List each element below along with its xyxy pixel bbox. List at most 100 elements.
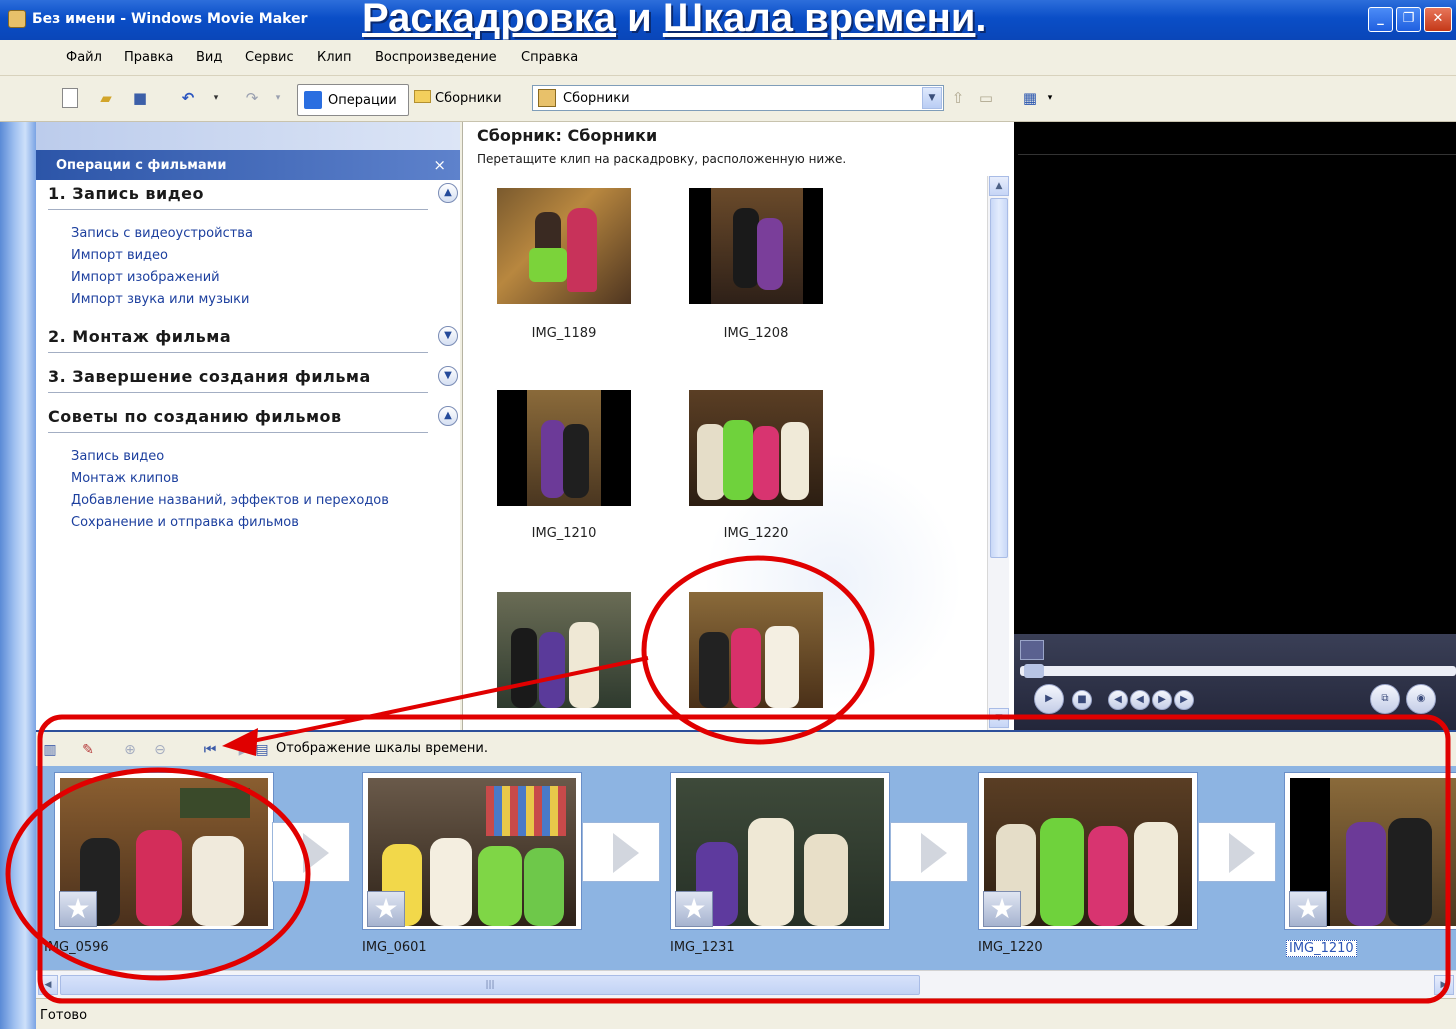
transition-slot[interactable] [1198, 822, 1276, 882]
section-title: 3. Завершение создания фильма [48, 367, 371, 386]
clip-thumbnail[interactable] [497, 390, 631, 506]
menu-playback[interactable]: Воспроизведение [375, 50, 497, 65]
zoom-in-icon[interactable]: ⊕ [120, 740, 140, 760]
collection-scrollbar[interactable]: ▲ ▼ [987, 176, 1009, 730]
collection-title: Сборник: Сборники [477, 126, 658, 145]
scrollbar-thumb[interactable] [990, 198, 1008, 558]
link-import-audio[interactable]: Импорт звука или музыки [71, 292, 249, 307]
menu-bar: Файл Правка Вид Сервис Клип Воспроизведе… [0, 40, 1456, 76]
menu-file[interactable]: Файл [66, 50, 102, 65]
redo-icon[interactable]: ↷ [242, 88, 262, 108]
clip-thumbnail[interactable] [689, 188, 823, 304]
chevron-up-icon[interactable]: ▲ [438, 183, 458, 203]
menu-edit[interactable]: Правка [124, 50, 173, 65]
operations-button[interactable]: Операции [297, 84, 409, 116]
collections-folder-icon [414, 90, 431, 103]
scroll-down-icon[interactable]: ▼ [989, 708, 1009, 728]
star-effect-icon[interactable]: ★ [675, 891, 713, 927]
rewind-storyboard-icon[interactable]: ⏮ [200, 740, 220, 760]
timeline-icon[interactable]: ▤ [252, 740, 272, 760]
menu-tools[interactable]: Сервис [245, 50, 294, 65]
show-timeline-label[interactable]: Отображение шкалы времени. [276, 741, 488, 756]
star-effect-icon[interactable]: ★ [1289, 891, 1327, 927]
section-edit[interactable]: 2. Монтаж фильма ▼ [48, 323, 458, 353]
chevron-down-icon[interactable]: ▼ [438, 326, 458, 346]
storyboard-clip[interactable]: ★ [362, 772, 582, 930]
fullscreen-icon[interactable] [1020, 640, 1044, 660]
open-icon[interactable]: ▰ [96, 88, 116, 108]
minimize-button[interactable]: _ [1368, 7, 1393, 32]
link-import-video[interactable]: Импорт видео [71, 248, 168, 263]
close-icon[interactable]: × [433, 156, 446, 174]
scroll-left-icon[interactable]: ◀ [38, 975, 58, 995]
stop-icon[interactable]: ■ [1072, 690, 1092, 710]
collection-pane: Сборник: Сборники Перетащите клип на рас… [462, 122, 1014, 730]
zoom-out-icon[interactable]: ⊖ [150, 740, 170, 760]
storyboard-scrollbar[interactable]: ◀ ||| ▶ [36, 970, 1456, 998]
storyboard-view-icon[interactable]: ▥ [40, 740, 60, 760]
menu-clip[interactable]: Клип [317, 50, 352, 65]
snapshot-icon[interactable]: ◉ [1406, 684, 1436, 714]
clip-thumbnail[interactable] [497, 188, 631, 304]
clip-thumbnail[interactable] [497, 592, 631, 708]
transition-arrow-icon [921, 833, 947, 873]
star-effect-icon[interactable]: ★ [983, 891, 1021, 927]
maximize-button[interactable]: ❐ [1396, 7, 1421, 32]
link-import-pictures[interactable]: Импорт изображений [71, 270, 220, 285]
storyboard-clip[interactable]: ★ [978, 772, 1198, 930]
storyboard-clip-label: IMG_1231 [670, 940, 735, 955]
transition-slot[interactable] [890, 822, 968, 882]
next-frame-icon[interactable]: ▶ [1174, 690, 1194, 710]
toolbar: ▰ ■ ↶ ▾ ↷ ▾ Операции Сборники Сборники ▼… [0, 76, 1456, 122]
save-icon[interactable]: ■ [130, 88, 150, 108]
clip-thumbnail[interactable] [689, 390, 823, 506]
section-finish[interactable]: 3. Завершение создания фильма ▼ [48, 363, 458, 393]
split-clip-icon[interactable]: ⧉ [1370, 684, 1400, 714]
storyboard-clip[interactable]: ★ [670, 772, 890, 930]
transition-slot[interactable] [272, 822, 350, 882]
views-icon[interactable]: ▦ [1020, 88, 1040, 108]
clip-thumbnail[interactable] [689, 592, 823, 708]
new-project-icon[interactable] [62, 88, 78, 108]
clip-label: IMG_1208 [723, 326, 789, 341]
forward-icon[interactable]: ▶ [1152, 690, 1172, 710]
star-effect-icon[interactable]: ★ [59, 891, 97, 927]
play-storyboard-icon[interactable]: ▶ [234, 740, 254, 760]
section-capture[interactable]: 1. Запись видео ▲ [48, 180, 458, 210]
up-folder-icon[interactable]: ⇧ [948, 88, 968, 108]
link-tips-edit[interactable]: Монтаж клипов [71, 471, 179, 486]
undo-icon[interactable]: ↶ [178, 88, 198, 108]
collection-select[interactable]: Сборники ▼ [532, 85, 944, 111]
transition-slot[interactable] [582, 822, 660, 882]
link-tips-save[interactable]: Сохранение и отправка фильмов [71, 515, 299, 530]
status-text: Готово [40, 1008, 88, 1023]
star-effect-icon[interactable]: ★ [367, 891, 405, 927]
chevron-down-icon[interactable]: ▼ [438, 366, 458, 386]
rewind-icon[interactable]: ◀ [1130, 690, 1150, 710]
seek-knob[interactable] [1024, 664, 1044, 678]
play-icon[interactable]: ▶ [1034, 684, 1064, 714]
scrollbar-thumb[interactable]: ||| [60, 975, 920, 995]
seek-bar[interactable] [1020, 664, 1456, 678]
link-tips-titles[interactable]: Добавление названий, эффектов и переходо… [71, 493, 389, 508]
narrate-icon[interactable]: ✎ [78, 740, 98, 760]
new-folder-icon[interactable]: ▭ [976, 88, 996, 108]
redo-dropdown-icon[interactable]: ▾ [268, 88, 288, 108]
menu-help[interactable]: Справка [521, 50, 578, 65]
previous-frame-icon[interactable]: ◀ [1108, 690, 1128, 710]
collections-button[interactable]: Сборники [414, 90, 502, 106]
views-dropdown-icon[interactable]: ▾ [1040, 88, 1060, 108]
scroll-right-icon[interactable]: ▶ [1434, 975, 1454, 995]
tasks-header: Операции с фильмами × [36, 150, 460, 180]
link-capture-device[interactable]: Запись с видеоустройства [71, 226, 253, 241]
undo-dropdown-icon[interactable]: ▾ [206, 88, 226, 108]
storyboard-clip[interactable]: ★ [54, 772, 274, 930]
chevron-up-icon[interactable]: ▲ [438, 406, 458, 426]
scroll-up-icon[interactable]: ▲ [989, 176, 1009, 196]
storyboard-clip[interactable]: ★ [1284, 772, 1456, 930]
menu-view[interactable]: Вид [196, 50, 222, 65]
chevron-down-icon[interactable]: ▼ [922, 87, 942, 109]
close-button[interactable]: ✕ [1424, 7, 1452, 32]
link-tips-capture[interactable]: Запись видео [71, 449, 164, 464]
section-tips[interactable]: Советы по созданию фильмов ▲ [48, 403, 458, 433]
